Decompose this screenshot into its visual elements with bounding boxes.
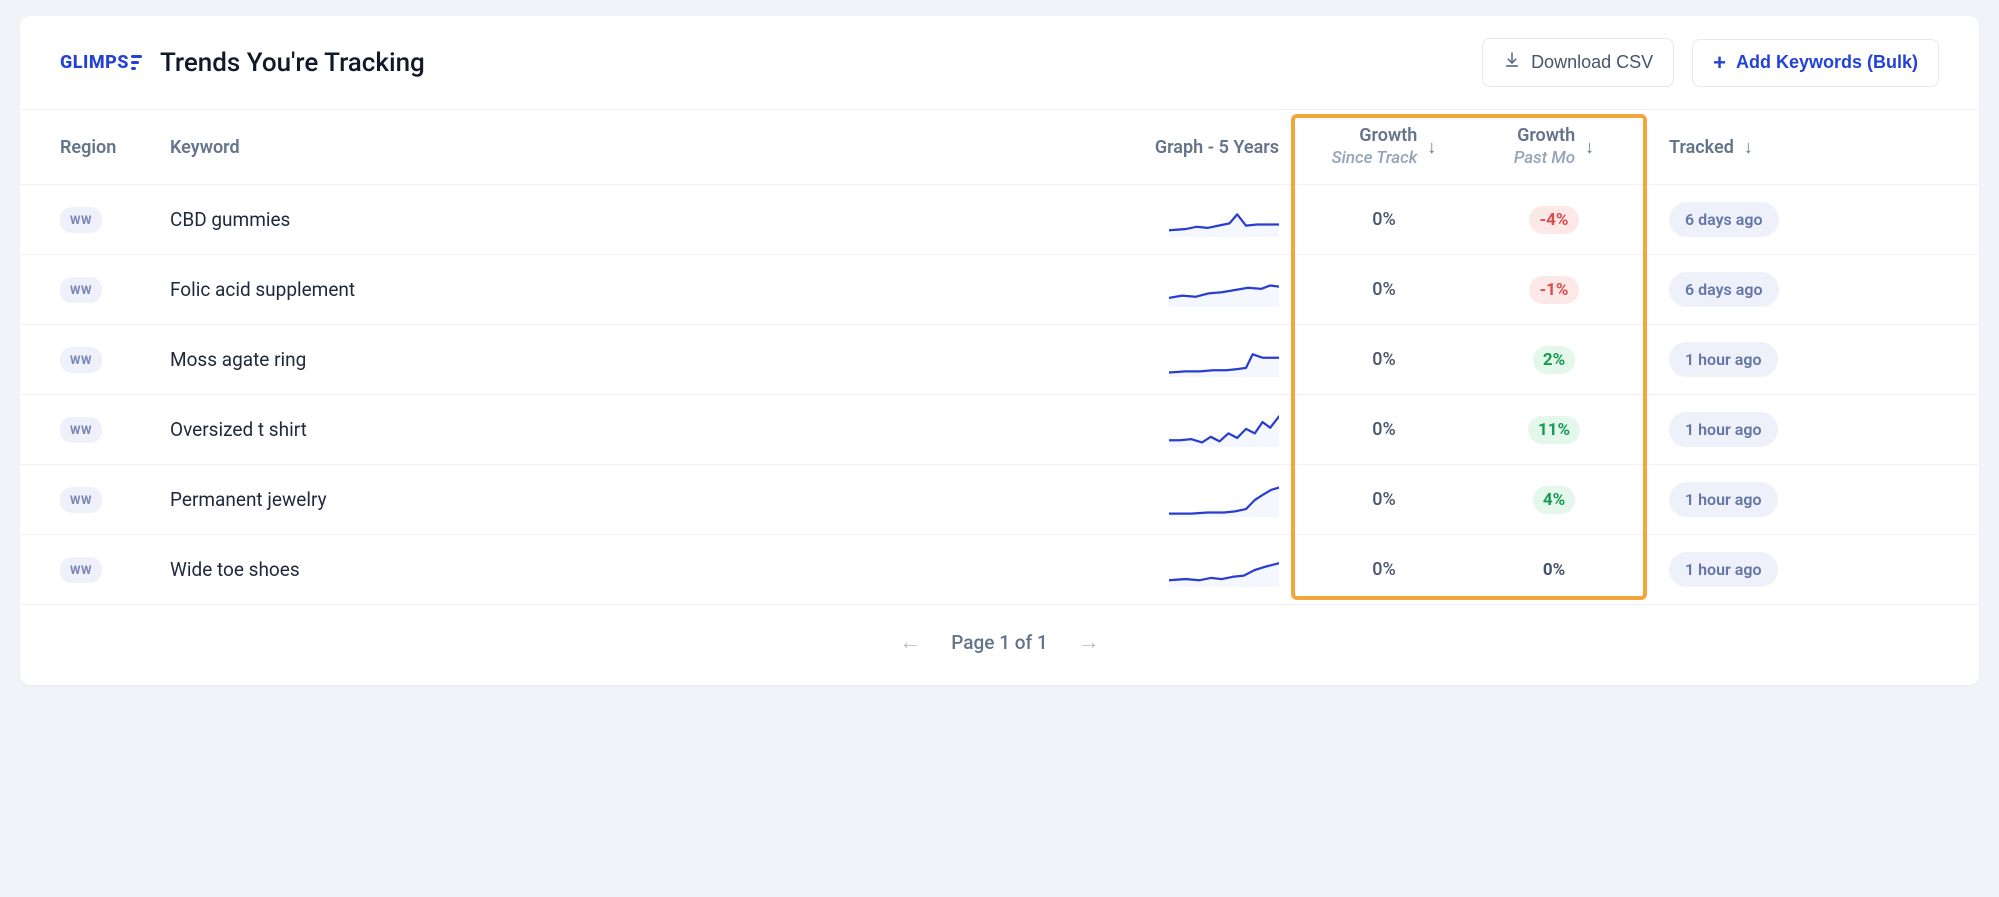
keyword-cell: CBD gummies xyxy=(170,208,1079,231)
keyword-cell: Wide toe shoes xyxy=(170,558,1079,581)
prev-page-button[interactable]: ← xyxy=(899,629,921,655)
table-row[interactable]: WW Permanent jewelry 0% 4% 1 hour ago xyxy=(20,464,1979,534)
region-chip: WW xyxy=(60,347,102,373)
logo-lines-icon xyxy=(131,55,142,70)
page-title: Trends You're Tracking xyxy=(160,48,1464,78)
next-page-button[interactable]: → xyxy=(1078,629,1100,655)
col-tracked[interactable]: Tracked ↓ xyxy=(1639,137,1939,158)
tracking-card: GLIMPS Trends You're Tracking Download C… xyxy=(20,16,1979,685)
growth-badge: -4% xyxy=(1529,206,1578,234)
plus-icon: + xyxy=(1713,52,1726,74)
growth-badge: 11% xyxy=(1528,416,1580,444)
download-icon xyxy=(1503,51,1521,74)
tracked-chip: 1 hour ago xyxy=(1669,412,1778,447)
page-indicator: Page 1 of 1 xyxy=(951,631,1047,654)
logo-text: GLIMPS xyxy=(60,52,129,73)
col-region[interactable]: Region xyxy=(60,137,170,158)
table-row[interactable]: WW CBD gummies 0% -4% 6 days ago xyxy=(20,184,1979,254)
growth-badge: 0% xyxy=(1533,556,1575,584)
download-csv-button[interactable]: Download CSV xyxy=(1482,38,1674,87)
growth-badge: 4% xyxy=(1533,486,1575,514)
table-row[interactable]: WW Wide toe shoes 0% 0% 1 hour ago xyxy=(20,534,1979,604)
sparkline-cell xyxy=(1079,203,1299,237)
table-head: Region Keyword Graph - 5 Years Growth Si… xyxy=(20,110,1979,184)
growth-since-track-cell: 0% xyxy=(1299,279,1469,300)
add-keywords-label: Add Keywords (Bulk) xyxy=(1736,52,1918,73)
keyword-cell: Moss agate ring xyxy=(170,348,1079,371)
growth-since-track-cell: 0% xyxy=(1299,349,1469,370)
col-growth-past-mo[interactable]: Growth Past Mo ↓ xyxy=(1469,125,1639,169)
table-body: WW CBD gummies 0% -4% 6 days ago WW Folic acid… xyxy=(20,184,1979,604)
sparkline-cell xyxy=(1079,483,1299,517)
glimpse-logo: GLIMPS xyxy=(60,52,142,73)
tracked-chip: 6 days ago xyxy=(1669,272,1779,307)
header-bar: GLIMPS Trends You're Tracking Download C… xyxy=(20,16,1979,110)
col-growth-since-track[interactable]: Growth Since Track ↓ xyxy=(1299,125,1469,169)
sparkline-cell xyxy=(1079,343,1299,377)
table-row[interactable]: WW Folic acid supplement 0% -1% 6 days ago xyxy=(20,254,1979,324)
sort-down-icon: ↓ xyxy=(1427,137,1436,158)
growth-past-mo-cell: -1% xyxy=(1469,276,1639,304)
sparkline-cell xyxy=(1079,413,1299,447)
sort-down-icon: ↓ xyxy=(1585,137,1594,158)
region-chip: WW xyxy=(60,557,102,583)
col-growth-top1: Growth xyxy=(1359,125,1417,148)
growth-past-mo-cell: 0% xyxy=(1469,556,1639,584)
growth-since-track-cell: 0% xyxy=(1299,489,1469,510)
keyword-cell: Folic acid supplement xyxy=(170,278,1079,301)
col-keyword[interactable]: Keyword xyxy=(170,137,1079,158)
col-growth-top2: Growth xyxy=(1517,125,1575,148)
growth-past-mo-cell: 11% xyxy=(1469,416,1639,444)
tracked-chip: 1 hour ago xyxy=(1669,342,1778,377)
keyword-cell: Permanent jewelry xyxy=(170,488,1079,511)
sparkline-cell xyxy=(1079,553,1299,587)
growth-since-track-cell: 0% xyxy=(1299,419,1469,440)
pagination-footer: ← Page 1 of 1 → xyxy=(20,604,1979,685)
region-chip: WW xyxy=(60,277,102,303)
tracked-chip: 1 hour ago xyxy=(1669,482,1778,517)
growth-since-track-cell: 0% xyxy=(1299,209,1469,230)
growth-past-mo-cell: 2% xyxy=(1469,346,1639,374)
table-row[interactable]: WW Moss agate ring 0% 2% 1 hour ago xyxy=(20,324,1979,394)
tracked-chip: 6 days ago xyxy=(1669,202,1779,237)
download-csv-label: Download CSV xyxy=(1531,52,1653,73)
col-tracked-label: Tracked xyxy=(1669,137,1734,158)
col-growth-sub1: Since Track xyxy=(1332,148,1418,169)
sparkline-cell xyxy=(1079,273,1299,307)
region-chip: WW xyxy=(60,487,102,513)
table-wrap: Region Keyword Graph - 5 Years Growth Si… xyxy=(20,110,1979,604)
growth-past-mo-cell: -4% xyxy=(1469,206,1639,234)
sort-down-icon: ↓ xyxy=(1744,137,1753,158)
growth-badge: 2% xyxy=(1533,346,1575,374)
tracked-chip: 1 hour ago xyxy=(1669,552,1778,587)
keyword-cell: Oversized t shirt xyxy=(170,418,1079,441)
growth-since-track-cell: 0% xyxy=(1299,559,1469,580)
add-keywords-button[interactable]: + Add Keywords (Bulk) xyxy=(1692,39,1939,87)
growth-badge: -1% xyxy=(1529,276,1578,304)
growth-past-mo-cell: 4% xyxy=(1469,486,1639,514)
region-chip: WW xyxy=(60,417,102,443)
col-growth-sub2: Past Mo xyxy=(1514,148,1575,169)
col-graph[interactable]: Graph - 5 Years xyxy=(1079,137,1299,158)
region-chip: WW xyxy=(60,207,102,233)
table-row[interactable]: WW Oversized t shirt 0% 11% 1 hour ago xyxy=(20,394,1979,464)
